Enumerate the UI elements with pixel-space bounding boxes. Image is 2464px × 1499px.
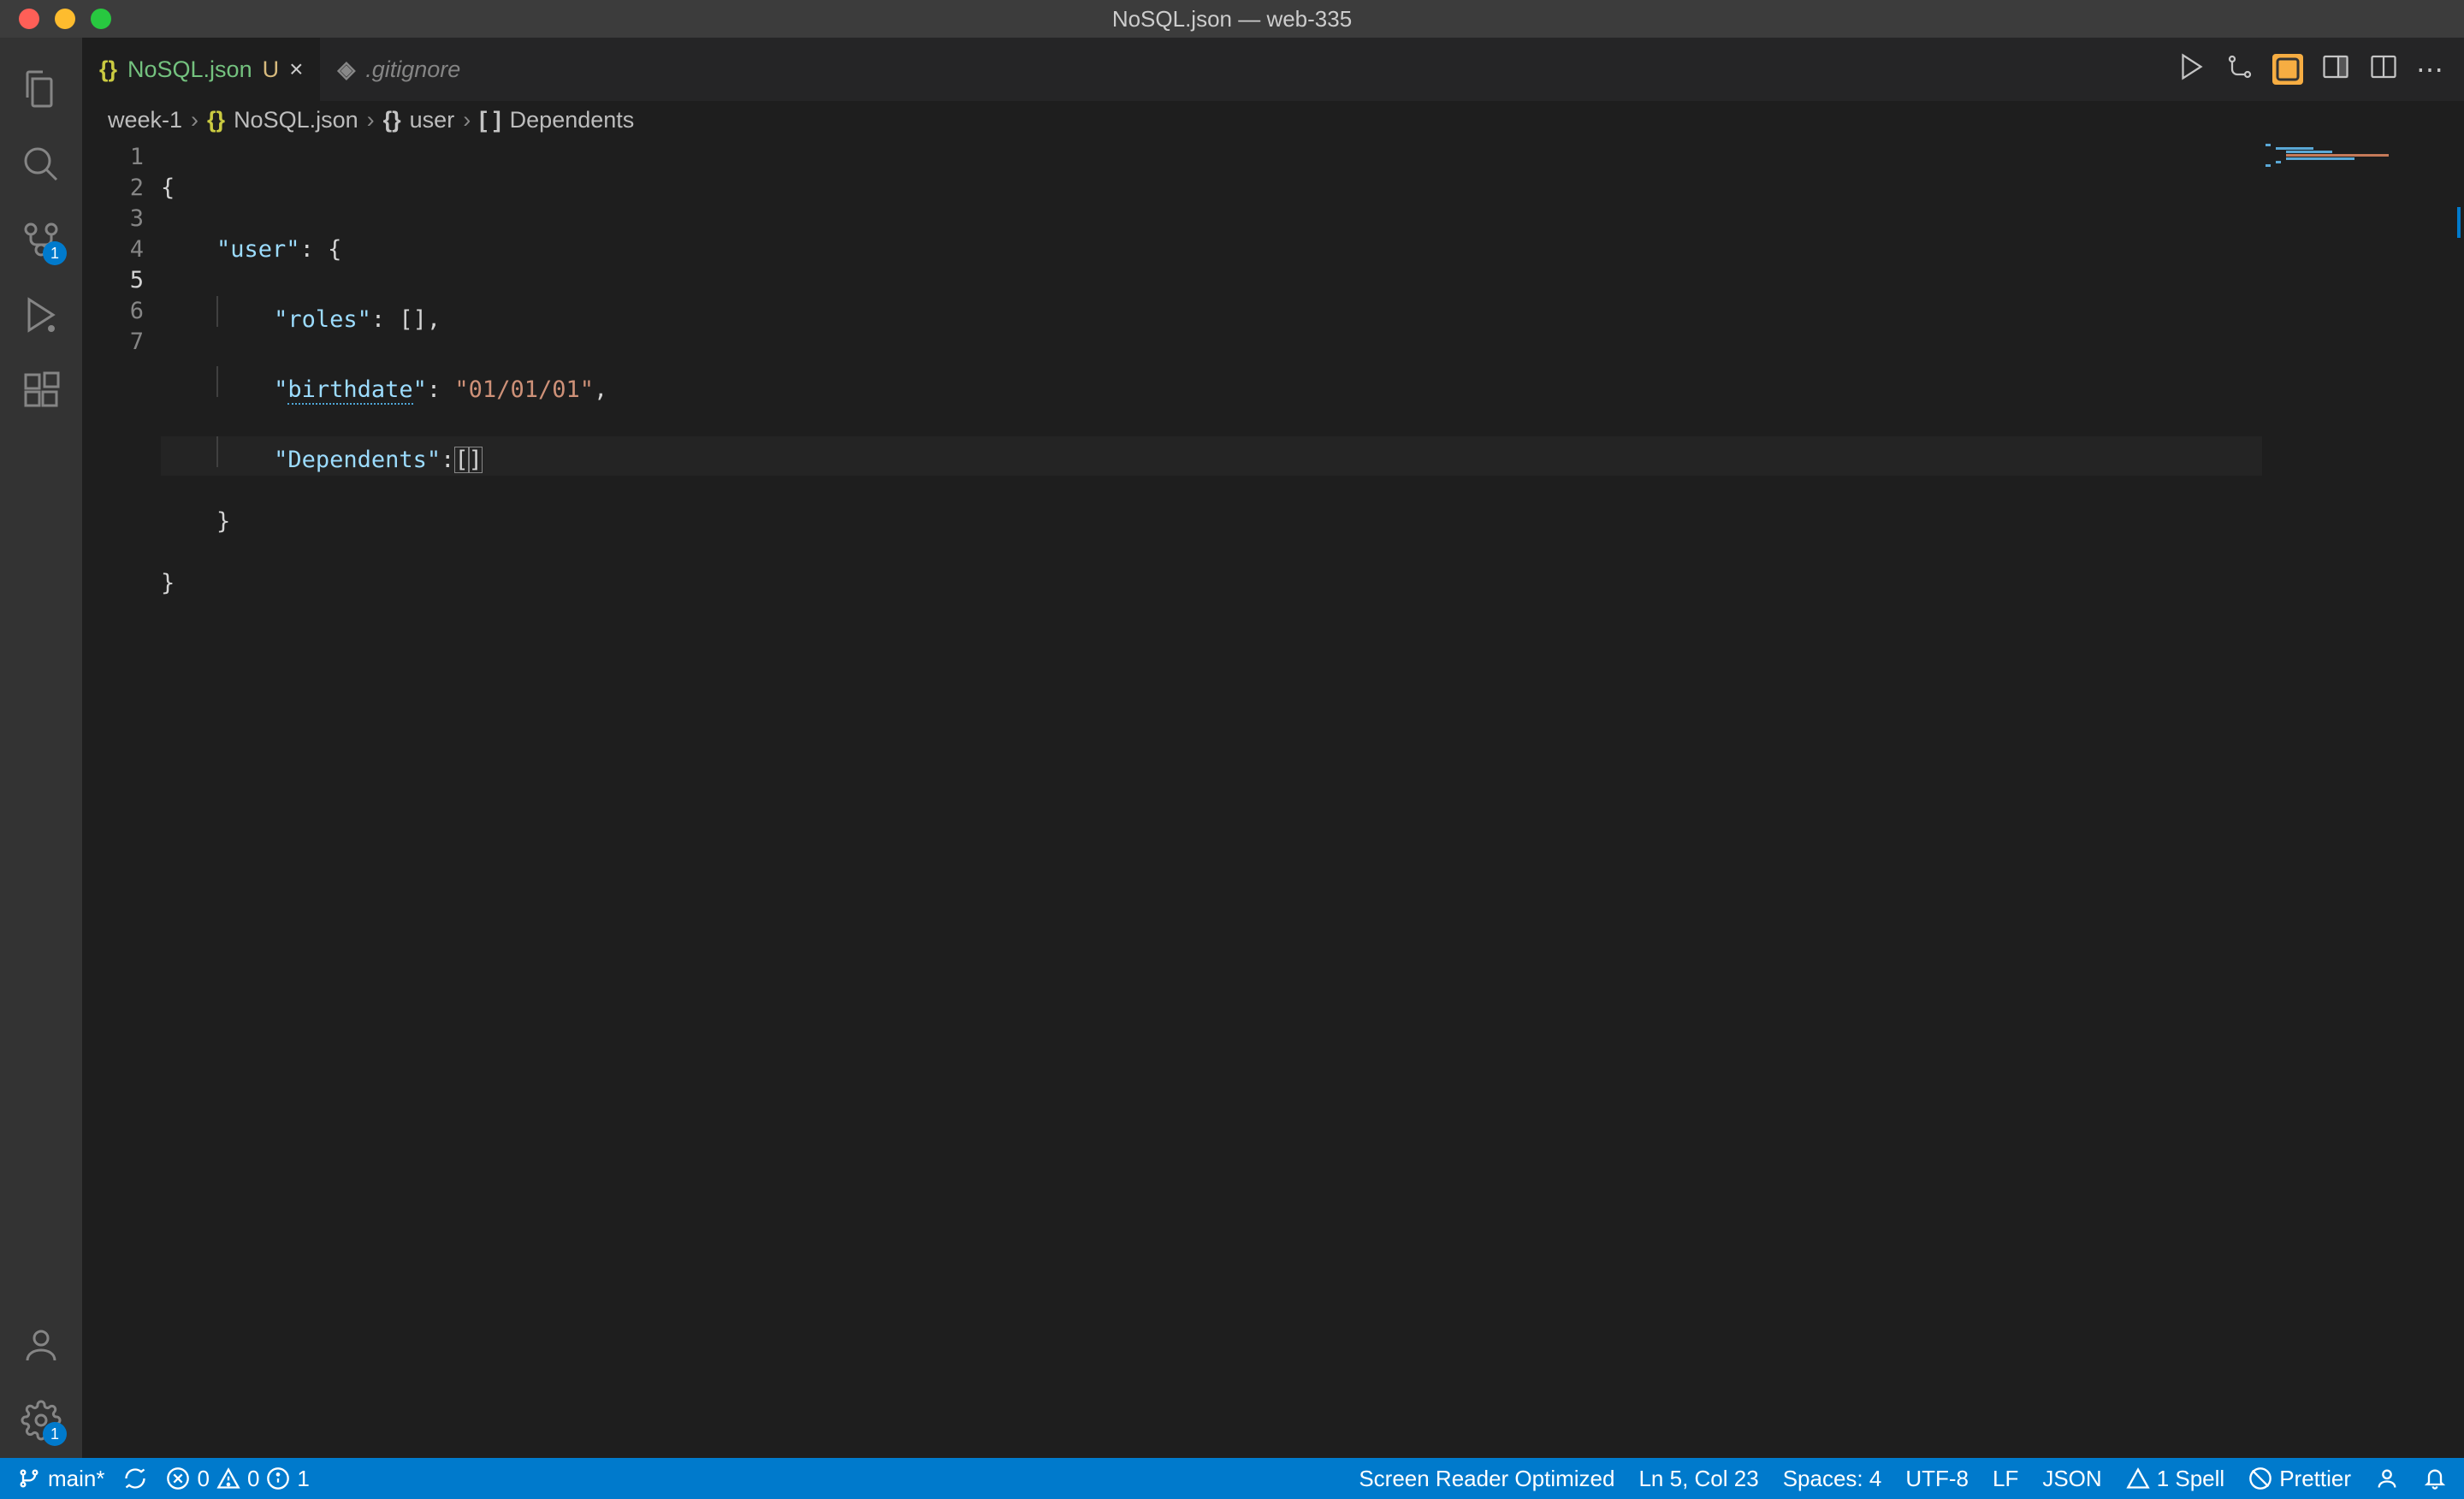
array-icon: [ ] <box>479 107 500 133</box>
spell-check-button[interactable]: 1 Spell <box>2126 1466 2225 1492</box>
traffic-lights <box>0 9 111 29</box>
split-editor-icon[interactable] <box>2368 51 2399 88</box>
vscode-window: NoSQL.json — web-335 1 <box>0 0 2464 1499</box>
code-line: } <box>161 568 2262 599</box>
gear-badge: 1 <box>43 1422 67 1446</box>
run-file-icon[interactable] <box>2177 51 2207 88</box>
account-icon[interactable] <box>17 1321 65 1369</box>
activity-bar: 1 1 <box>0 38 82 1458</box>
branch-name: main* <box>48 1466 104 1492</box>
split-right-icon[interactable] <box>2320 51 2351 88</box>
json-icon: {} <box>207 107 225 133</box>
eol-button[interactable]: LF <box>1993 1466 2018 1492</box>
breadcrumb-separator-icon: › <box>463 107 471 133</box>
problems-button[interactable]: 0 0 1 <box>166 1466 309 1492</box>
object-icon: {} <box>383 107 401 133</box>
tab-gitignore[interactable]: ◈ .gitignore <box>320 38 477 101</box>
search-icon[interactable] <box>17 140 65 188</box>
code-line: { <box>161 173 2262 204</box>
tabs-row: {} NoSQL.json U × ◈ .gitignore ⋯ <box>82 38 2464 101</box>
minimap[interactable] <box>2262 139 2464 1458</box>
feedback-icon[interactable] <box>2375 1466 2399 1490</box>
more-actions-icon[interactable]: ⋯ <box>2416 53 2443 86</box>
status-bar: main* 0 0 1 Screen Reader Optimized Ln 5… <box>0 1458 2464 1499</box>
language-mode-button[interactable]: JSON <box>2042 1466 2101 1492</box>
tab-nosql-json[interactable]: {} NoSQL.json U × <box>82 38 320 101</box>
breadcrumb-segment[interactable]: NoSQL.json <box>234 107 358 133</box>
minimize-window-button[interactable] <box>55 9 75 29</box>
indentation-button[interactable]: Spaces: 4 <box>1783 1466 1882 1492</box>
code-line: "user": { <box>161 234 2262 265</box>
code-line: "birthdate": "01/01/01", <box>161 366 2262 406</box>
git-branch-button[interactable]: main* <box>17 1466 104 1492</box>
tab-close-icon[interactable]: × <box>289 56 303 83</box>
breadcrumb-segment[interactable]: Dependents <box>510 107 635 133</box>
source-control-icon[interactable]: 1 <box>17 216 65 264</box>
prettier-label: Prettier <box>2279 1466 2351 1492</box>
code-body[interactable]: { "user": { "roles": [], "birthdate": "0… <box>161 139 2262 1458</box>
scm-badge: 1 <box>43 241 67 265</box>
code-line: "roles": [], <box>161 296 2262 335</box>
line-number: 3 <box>82 204 144 234</box>
code-line: } <box>161 507 2262 537</box>
code-line: "Dependents":[] <box>161 436 2262 476</box>
line-number: 7 <box>82 327 144 358</box>
breadcrumb-segment[interactable]: user <box>410 107 455 133</box>
tab-actions: ⋯ <box>2177 38 2464 101</box>
close-window-button[interactable] <box>19 9 39 29</box>
sync-button[interactable] <box>123 1466 147 1490</box>
tab-filename: NoSQL.json <box>127 56 252 83</box>
tab-filename: .gitignore <box>365 56 460 83</box>
explorer-icon[interactable] <box>17 65 65 113</box>
breadcrumb-segment[interactable]: week-1 <box>108 107 182 133</box>
gitignore-file-icon: ◈ <box>337 56 355 83</box>
encoding-button[interactable]: UTF-8 <box>1905 1466 1969 1492</box>
error-count: 0 <box>197 1466 209 1492</box>
line-number: 2 <box>82 173 144 204</box>
breadcrumb-separator-icon: › <box>191 107 198 133</box>
diff-icon[interactable] <box>2224 51 2255 88</box>
screen-reader-status[interactable]: Screen Reader Optimized <box>1359 1466 1614 1492</box>
editor[interactable]: 1 2 3 4 5 6 7 { "user": { "roles": [], "… <box>82 139 2464 1458</box>
notifications-icon[interactable] <box>2423 1466 2447 1490</box>
info-count: 1 <box>297 1466 309 1492</box>
breadcrumbs[interactable]: week-1 › {} NoSQL.json › {} user › [ ] D… <box>82 101 2464 139</box>
window-title: NoSQL.json — web-335 <box>0 6 2464 33</box>
warning-count: 0 <box>247 1466 259 1492</box>
scroll-marker <box>2457 207 2461 238</box>
prettier-button[interactable]: Prettier <box>2248 1466 2351 1492</box>
run-debug-icon[interactable] <box>17 291 65 339</box>
settings-gear-icon[interactable]: 1 <box>17 1396 65 1444</box>
tab-modified-badge: U <box>263 56 280 83</box>
line-number: 1 <box>82 142 144 173</box>
extensions-icon[interactable] <box>17 366 65 414</box>
titlebar: NoSQL.json — web-335 <box>0 0 2464 38</box>
fullscreen-window-button[interactable] <box>91 9 111 29</box>
json-file-icon: {} <box>99 56 117 83</box>
line-number: 6 <box>82 296 144 327</box>
breadcrumb-separator-icon: › <box>367 107 375 133</box>
gutter: 1 2 3 4 5 6 7 <box>82 139 161 1458</box>
line-number: 5 <box>82 265 144 296</box>
cursor-position[interactable]: Ln 5, Col 23 <box>1638 1466 1758 1492</box>
line-number: 4 <box>82 234 144 265</box>
preview-icon[interactable] <box>2272 54 2303 85</box>
editor-region: {} NoSQL.json U × ◈ .gitignore ⋯ <box>82 38 2464 1458</box>
spell-label: 1 Spell <box>2157 1466 2225 1492</box>
main-area: 1 1 {} NoSQL.json U <box>0 38 2464 1458</box>
